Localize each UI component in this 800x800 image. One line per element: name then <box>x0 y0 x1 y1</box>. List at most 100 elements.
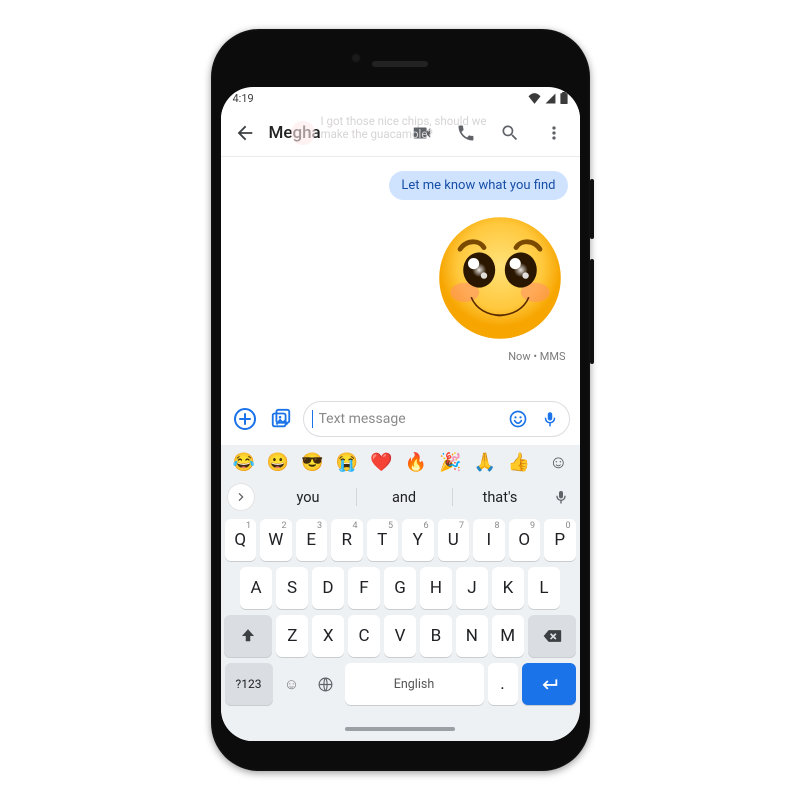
key-s[interactable]: S <box>276 567 308 609</box>
back-button[interactable] <box>225 113 265 153</box>
emoji-sticker[interactable] <box>436 214 564 342</box>
key-z[interactable]: Z <box>276 615 308 657</box>
word-suggestion[interactable]: that's <box>453 489 548 506</box>
emoji-picker-button[interactable] <box>505 409 531 429</box>
screen: 4:19 I got those nice chips, should we m… <box>221 87 580 741</box>
voice-call-button[interactable] <box>446 113 486 153</box>
emoji-suggestion[interactable]: ❤️ <box>370 452 392 473</box>
key-k[interactable]: K <box>492 567 524 609</box>
video-call-button[interactable] <box>402 113 442 153</box>
message-composer <box>221 395 580 445</box>
phone-frame: 4:19 I got those nice chips, should we m… <box>211 29 590 771</box>
key-l[interactable]: L <box>528 567 560 609</box>
key-o[interactable]: O9 <box>509 519 541 561</box>
add-attachment-button[interactable] <box>231 405 259 433</box>
key-x[interactable]: X <box>312 615 344 657</box>
emoji-suggestion[interactable]: 😭 <box>336 452 358 473</box>
key-a[interactable]: A <box>240 567 272 609</box>
chevron-right-icon <box>236 492 246 502</box>
language-key[interactable] <box>311 663 341 705</box>
phone-icon <box>456 123 476 143</box>
globe-icon <box>317 676 334 693</box>
shift-key[interactable] <box>224 615 272 657</box>
key-g[interactable]: G <box>384 567 416 609</box>
word-suggestion[interactable]: you <box>261 489 356 506</box>
enter-icon <box>538 673 560 695</box>
mic-icon <box>553 489 569 505</box>
key-b[interactable]: B <box>420 615 452 657</box>
contact-name[interactable]: Megha <box>269 123 321 143</box>
key-y[interactable]: Y6 <box>402 519 434 561</box>
emoji-suggestion[interactable]: 😀 <box>267 452 289 473</box>
emoji-suggestion[interactable]: 🔥 <box>405 452 427 473</box>
earpiece <box>372 61 428 67</box>
emoji-suggestion[interactable]: 🎉 <box>439 452 461 473</box>
word-suggestion[interactable]: and <box>357 489 452 506</box>
voice-message-button[interactable] <box>537 410 563 428</box>
status-time: 4:19 <box>233 92 254 105</box>
emoji-more-button[interactable]: ☺ <box>549 452 567 473</box>
key-p[interactable]: P0 <box>544 519 576 561</box>
key-w[interactable]: W2 <box>260 519 292 561</box>
overflow-menu-button[interactable] <box>534 113 574 153</box>
gallery-icon <box>270 408 292 430</box>
spacebar-key[interactable]: English <box>345 663 484 705</box>
backspace-key[interactable] <box>528 615 576 657</box>
key-e[interactable]: E3 <box>296 519 328 561</box>
emoji-suggestion[interactable]: 😎 <box>301 452 323 473</box>
android-nav-bar[interactable] <box>221 717 580 741</box>
plus-circle-icon <box>233 407 257 431</box>
volume-rocker <box>590 259 594 364</box>
word-suggestion-row: you and that's <box>221 479 580 515</box>
key-v[interactable]: V <box>384 615 416 657</box>
key-r[interactable]: R4 <box>331 519 363 561</box>
more-vert-icon <box>544 123 564 143</box>
outgoing-message[interactable]: Let me know what you find <box>389 171 567 200</box>
emoji-suggestion[interactable]: 🙏 <box>473 452 495 473</box>
wifi-icon <box>528 93 541 104</box>
key-h[interactable]: H <box>420 567 452 609</box>
arrow-left-icon <box>234 122 256 144</box>
video-icon <box>411 122 433 144</box>
key-j[interactable]: J <box>456 567 488 609</box>
key-grid: Q1W2E3R4T5Y6U7I8O9P0 ASDFGHJKL ZXCVBNM ?… <box>221 515 580 717</box>
emoji-key[interactable]: ☺ <box>277 663 307 705</box>
emoji-suggestion-strip: 😂 😀 😎 😭 ❤️ 🔥 🎉 🙏 👍 ☺ <box>221 445 580 479</box>
key-d[interactable]: D <box>312 567 344 609</box>
cell-signal-icon <box>545 93 556 104</box>
voice-typing-button[interactable] <box>548 489 574 505</box>
front-camera <box>351 53 361 63</box>
gallery-button[interactable] <box>267 405 295 433</box>
message-timestamp: Now • MMS <box>508 350 565 363</box>
key-n[interactable]: N <box>456 615 488 657</box>
key-f[interactable]: F <box>348 567 380 609</box>
search-button[interactable] <box>490 113 530 153</box>
backspace-icon <box>542 626 562 646</box>
emoji-suggestion[interactable]: 👍 <box>508 452 530 473</box>
power-button <box>590 179 594 239</box>
shift-icon <box>239 627 257 645</box>
symbols-key[interactable]: ?123 <box>225 663 273 705</box>
message-input[interactable] <box>319 411 499 427</box>
conversation-pane[interactable]: Let me know what you find <box>221 157 580 395</box>
pleading-smile-emoji-icon <box>436 214 564 342</box>
mic-icon <box>541 410 559 428</box>
enter-key[interactable] <box>522 663 576 705</box>
keyboard: 😂 😀 😎 😭 ❤️ 🔥 🎉 🙏 👍 ☺ you and that' <box>221 445 580 741</box>
key-i[interactable]: I8 <box>473 519 505 561</box>
period-key[interactable]: . <box>488 663 518 705</box>
app-bar: I got those nice chips, should we make t… <box>221 109 580 157</box>
smiley-icon <box>508 409 528 429</box>
key-q[interactable]: Q1 <box>225 519 257 561</box>
key-c[interactable]: C <box>348 615 380 657</box>
message-input-pill[interactable] <box>303 401 570 437</box>
key-u[interactable]: U7 <box>438 519 470 561</box>
emoji-suggestion[interactable]: 😂 <box>233 452 255 473</box>
expand-toolbar-button[interactable] <box>227 483 255 511</box>
key-m[interactable]: M <box>492 615 524 657</box>
nav-pill[interactable] <box>345 727 455 731</box>
search-icon <box>500 123 520 143</box>
battery-icon <box>560 92 568 104</box>
key-t[interactable]: T5 <box>367 519 399 561</box>
text-cursor <box>312 410 313 428</box>
